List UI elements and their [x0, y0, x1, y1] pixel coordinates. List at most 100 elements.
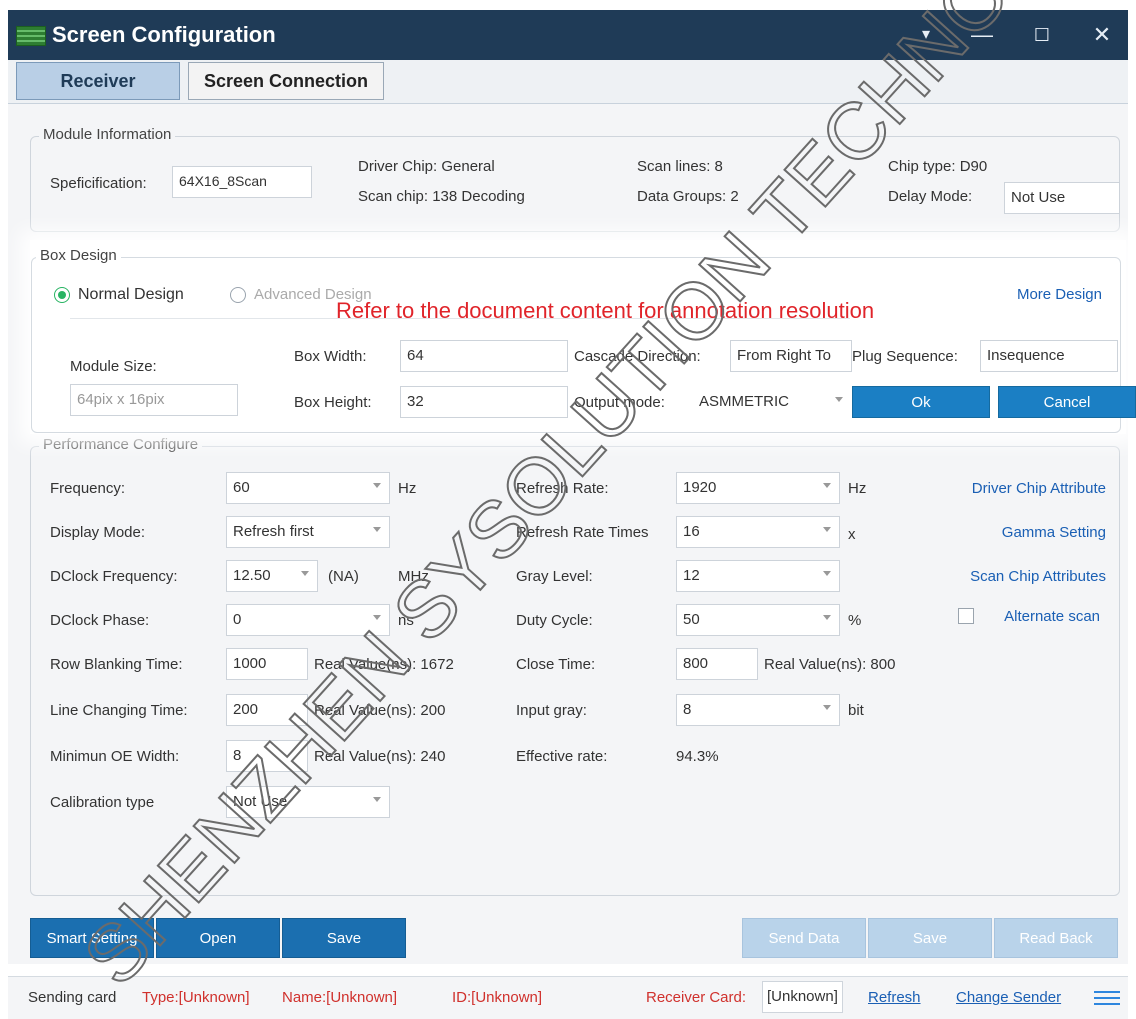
- driver-chip-attribute-link[interactable]: Driver Chip Attribute: [972, 480, 1106, 497]
- delay-mode-label: Delay Mode:: [888, 188, 973, 205]
- row-blanking-real: Real Value(ns): 1672: [314, 656, 454, 673]
- min-oe-width-label: Minimun OE Width:: [50, 748, 180, 765]
- menu-list-icon[interactable]: [1094, 987, 1120, 1009]
- scan-chip-attributes-link[interactable]: Scan Chip Attributes: [970, 568, 1106, 585]
- send-data-button[interactable]: Send Data: [742, 918, 866, 958]
- duty-cycle-label: Duty Cycle:: [516, 612, 593, 629]
- tab-screen-connection[interactable]: Screen Connection: [188, 62, 384, 100]
- close-time-input[interactable]: 800: [676, 648, 758, 680]
- tab-bar: Receiver Screen Connection: [8, 60, 1128, 104]
- cascade-direction-label: Cascade Direction:: [574, 348, 701, 365]
- plug-sequence-field[interactable]: Insequence: [980, 340, 1118, 372]
- gray-level-value: 12: [683, 567, 700, 584]
- cascade-direction-field[interactable]: From Right To: [730, 340, 852, 372]
- output-mode-select[interactable]: ASMMETRIC: [692, 386, 852, 418]
- save-receiver-button[interactable]: Save: [868, 918, 992, 958]
- duty-cycle-value: 50: [683, 611, 700, 628]
- calibration-type-select[interactable]: Not Use: [226, 786, 390, 818]
- read-back-button[interactable]: Read Back: [994, 918, 1118, 958]
- specification-field: 64X16_8Scan: [172, 166, 312, 198]
- min-oe-width-real: Real Value(ns): 240: [314, 748, 446, 765]
- dclock-frequency-select[interactable]: 12.50: [226, 560, 318, 592]
- delay-mode-value: Not Use: [1011, 189, 1066, 206]
- dclock-phase-unit: ns: [398, 612, 414, 629]
- sending-card-id: ID:[Unknown]: [452, 989, 543, 1006]
- box-width-label: Box Width:: [294, 348, 367, 365]
- refresh-rate-select[interactable]: 1920: [676, 472, 840, 504]
- output-mode-label: Output mode:: [574, 394, 665, 411]
- refresh-rate-times-select[interactable]: 16: [676, 516, 840, 548]
- refresh-rate-label: Refresh Rate:: [516, 480, 609, 497]
- min-oe-width-input[interactable]: 8: [226, 740, 308, 772]
- line-changing-label: Line Changing Time:: [50, 702, 188, 719]
- refresh-link[interactable]: Refresh: [868, 989, 921, 1006]
- group-title: Module Information: [39, 126, 176, 143]
- effective-rate-value: 94.3%: [676, 748, 719, 765]
- input-gray-select[interactable]: 8: [676, 694, 840, 726]
- output-mode-value: ASMMETRIC: [699, 393, 789, 410]
- status-bar: Sending card Type:[Unknown] Name:[Unknow…: [8, 976, 1128, 1019]
- receiver-card-value: [Unknown]: [762, 981, 843, 1013]
- screen-configuration-window: Screen Configuration ▾ — ☐ ✕ Receiver Sc…: [0, 0, 1136, 1019]
- close-time-real: Real Value(ns): 800: [764, 656, 896, 673]
- effective-rate-label: Effective rate:: [516, 748, 608, 765]
- minimize-button[interactable]: —: [964, 18, 1000, 52]
- module-size-field: 64pix x 16pix: [70, 384, 238, 416]
- display-mode-label: Display Mode:: [50, 524, 146, 541]
- maximize-button[interactable]: ☐: [1024, 18, 1060, 52]
- smart-setting-button[interactable]: Smart Setting: [30, 918, 154, 958]
- dclock-phase-label: DClock Phase:: [50, 612, 150, 629]
- scan-lines-text: Scan lines: 8: [637, 158, 723, 175]
- box-width-input[interactable]: 64: [400, 340, 568, 372]
- normal-design-label: Normal Design: [78, 286, 184, 303]
- frequency-label: Frequency:: [50, 480, 126, 497]
- receiver-panel: Module Information Speficification: 64X1…: [8, 104, 1128, 964]
- scan-chip-text: Scan chip: 138 Decoding: [358, 188, 525, 205]
- close-button[interactable]: ✕: [1084, 18, 1120, 52]
- delay-mode-select[interactable]: Not Use: [1004, 182, 1120, 214]
- data-groups-text: Data Groups: 2: [637, 188, 739, 205]
- ok-button[interactable]: Ok: [852, 386, 990, 418]
- dclock-na-text: (NA): [328, 568, 359, 585]
- dclock-phase-select[interactable]: 0: [226, 604, 390, 636]
- duty-cycle-select[interactable]: 50: [676, 604, 840, 636]
- display-mode-select[interactable]: Refresh first: [226, 516, 390, 548]
- row-blanking-label: Row Blanking Time:: [50, 656, 183, 673]
- line-changing-input[interactable]: 200: [226, 694, 308, 726]
- row-blanking-input[interactable]: 1000: [226, 648, 308, 680]
- title-bar: Screen Configuration ▾ — ☐ ✕: [8, 10, 1128, 60]
- group-title: Box Design: [36, 247, 121, 264]
- dclock-phase-value: 0: [233, 611, 242, 628]
- app-grid-icon: [16, 26, 46, 46]
- change-sender-link[interactable]: Change Sender: [956, 989, 1061, 1006]
- input-gray-value: 8: [683, 701, 692, 718]
- refresh-rate-value: 1920: [683, 479, 717, 496]
- sending-card-label: Sending card: [28, 989, 117, 1006]
- open-button[interactable]: Open: [156, 918, 280, 958]
- box-height-input[interactable]: 32: [400, 386, 568, 418]
- refresh-rate-times-label: Refresh Rate Times: [516, 524, 649, 541]
- frequency-value: 60: [233, 479, 250, 496]
- tab-receiver[interactable]: Receiver: [16, 62, 180, 100]
- dclock-frequency-label: DClock Frequency:: [50, 568, 178, 585]
- more-design-link[interactable]: More Design: [1017, 286, 1102, 303]
- calibration-type-value: Not Use: [233, 793, 288, 810]
- advanced-design-radio[interactable]: [230, 287, 246, 303]
- cancel-button[interactable]: Cancel: [998, 386, 1136, 418]
- sending-card-type: Type:[Unknown]: [142, 989, 250, 1006]
- gray-level-select[interactable]: 12: [676, 560, 840, 592]
- annotation-note: Refer to the document content for annota…: [336, 298, 875, 323]
- frequency-select[interactable]: 60: [226, 472, 390, 504]
- save-button[interactable]: Save: [282, 918, 406, 958]
- group-title: Performance Configure: [39, 436, 203, 453]
- receiver-card-label: Receiver Card:: [646, 989, 747, 1006]
- duty-cycle-unit: %: [848, 612, 862, 629]
- alternate-scan-checkbox[interactable]: [958, 608, 974, 624]
- gamma-setting-link[interactable]: Gamma Setting: [1002, 524, 1106, 541]
- driver-chip-text: Driver Chip: General: [358, 158, 495, 175]
- specification-label: Speficification:: [50, 175, 147, 192]
- pin-icon[interactable]: ▾: [908, 18, 944, 52]
- normal-design-radio[interactable]: [54, 287, 70, 303]
- calibration-type-label: Calibration type: [50, 794, 155, 811]
- box-height-label: Box Height:: [294, 394, 372, 411]
